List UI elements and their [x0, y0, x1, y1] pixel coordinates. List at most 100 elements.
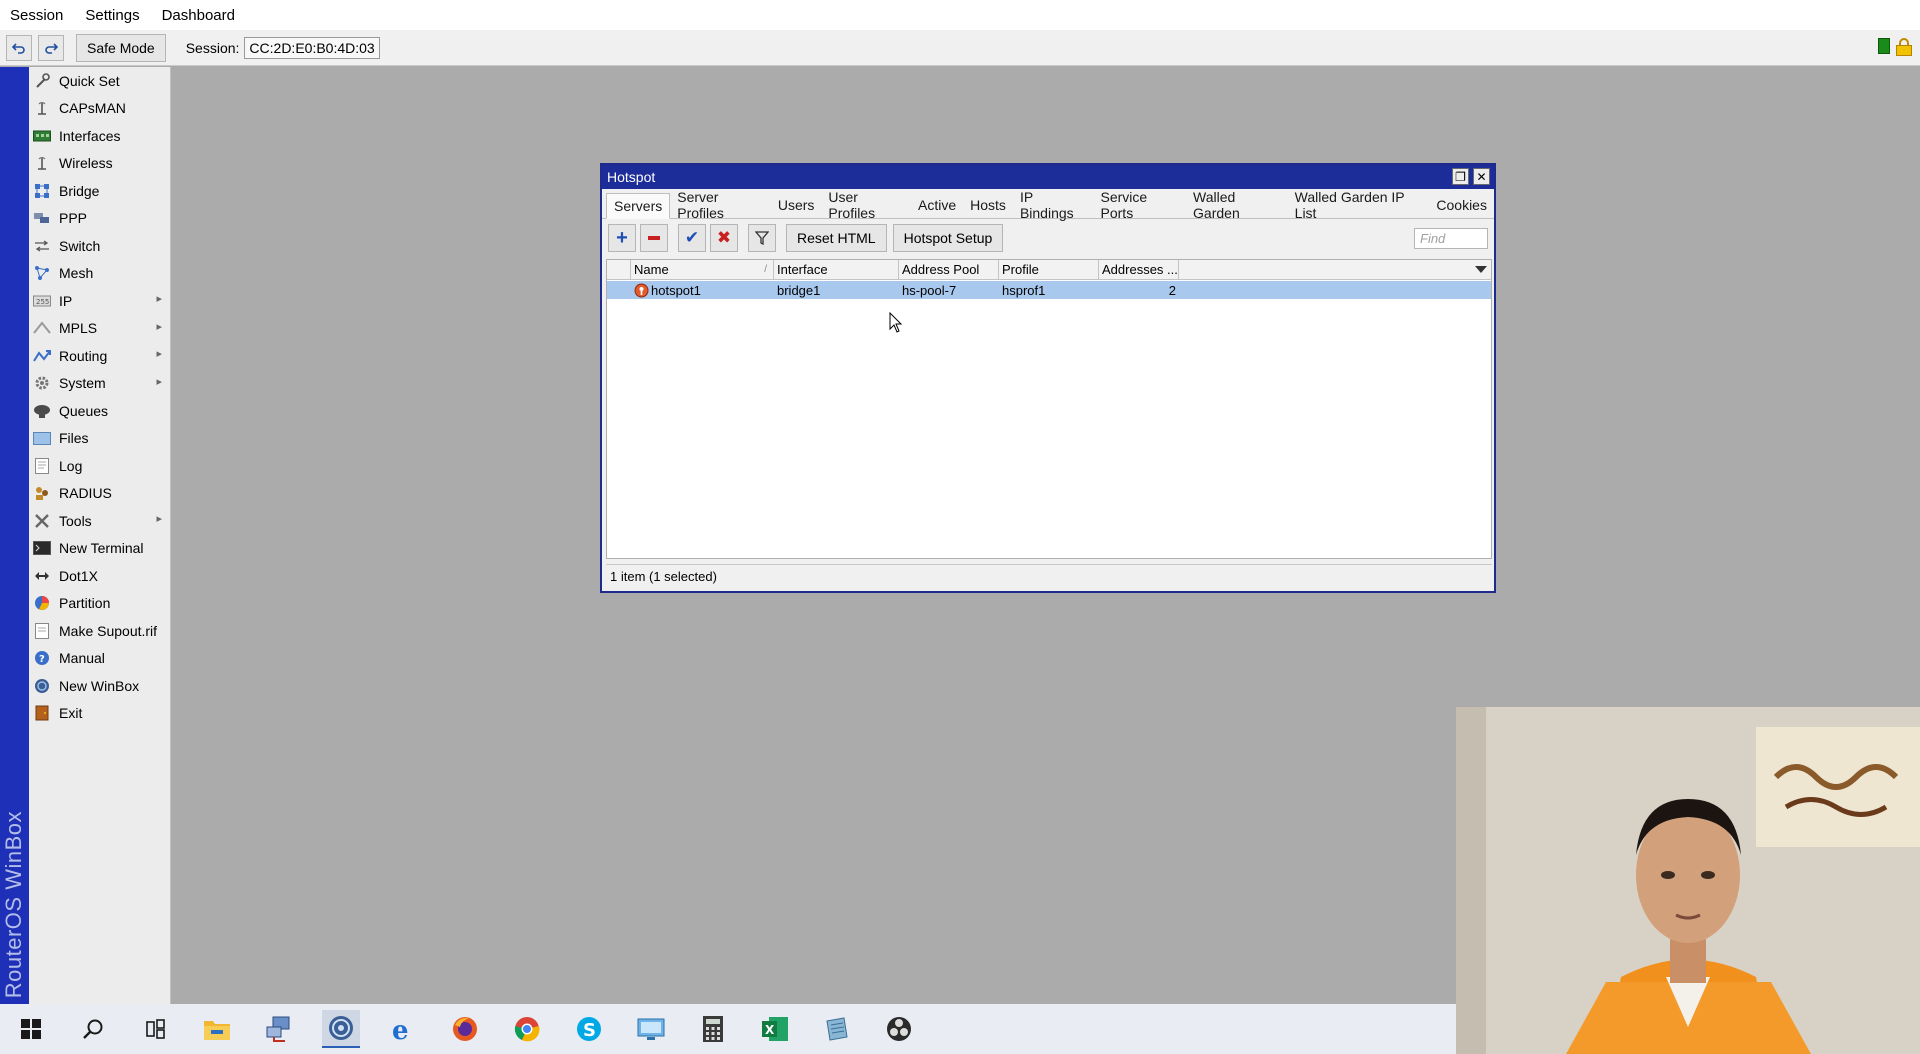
sidebar-item-capsman[interactable]: CAPsMAN: [29, 95, 170, 123]
sidebar-item-make-supout[interactable]: Make Supout.rif: [29, 617, 170, 645]
manual-icon: ?: [33, 650, 51, 666]
enable-button[interactable]: ✔: [678, 224, 706, 252]
sidebar-item-tools[interactable]: Tools ▸: [29, 507, 170, 535]
skype-button[interactable]: S: [570, 1010, 608, 1048]
sidebar-item-exit[interactable]: Exit: [29, 700, 170, 728]
maximize-button[interactable]: ❐: [1452, 168, 1469, 185]
column-header-interface[interactable]: Interface: [774, 260, 899, 279]
menu-settings[interactable]: Settings: [85, 7, 139, 24]
session-value: CC:2D:E0:B0:4D:03: [244, 36, 380, 59]
tab-active[interactable]: Active: [911, 192, 963, 218]
sidebar-item-label: CAPsMAN: [59, 100, 126, 117]
sidebar-item-ppp[interactable]: PPP: [29, 205, 170, 233]
menu-dashboard[interactable]: Dashboard: [162, 7, 235, 24]
menu-session[interactable]: Session: [10, 7, 63, 24]
excel-button[interactable]: X: [756, 1010, 794, 1048]
tab-hosts[interactable]: Hosts: [963, 192, 1013, 218]
sidebar-item-manual[interactable]: ? Manual: [29, 645, 170, 673]
table-row[interactable]: hotspot1 bridge1 hs-pool-7 hsprof1 2: [607, 281, 1491, 299]
sidebar-item-label: Manual: [59, 650, 105, 667]
sidebar-item-label: Dot1X: [59, 567, 98, 584]
tab-walled-garden-ip-list[interactable]: Walled Garden IP List: [1288, 189, 1430, 221]
task-view-button[interactable]: [136, 1010, 174, 1048]
tab-users[interactable]: Users: [771, 192, 822, 218]
disable-button[interactable]: ✖: [710, 224, 738, 252]
undo-button[interactable]: [6, 34, 32, 61]
close-button[interactable]: ✕: [1473, 168, 1490, 185]
find-input[interactable]: Find: [1414, 228, 1488, 249]
column-header-address-pool[interactable]: Address Pool: [899, 260, 999, 279]
notes-app-button[interactable]: [818, 1010, 856, 1048]
sidebar-item-mesh[interactable]: Mesh: [29, 260, 170, 288]
sidebar-item-new-terminal[interactable]: New Terminal: [29, 535, 170, 563]
sidebar-item-bridge[interactable]: Bridge: [29, 177, 170, 205]
safe-mode-button[interactable]: Safe Mode: [76, 33, 166, 62]
sidebar-item-mpls[interactable]: MPLS ▸: [29, 315, 170, 343]
network-app-button[interactable]: [260, 1010, 298, 1048]
obs-button[interactable]: [880, 1010, 918, 1048]
calculator-icon: [703, 1016, 723, 1042]
sidebar-item-label: Exit: [59, 705, 83, 722]
windows-start-icon: [21, 1019, 41, 1039]
tab-walled-garden[interactable]: Walled Garden: [1186, 189, 1288, 221]
dot1x-icon: [33, 568, 51, 584]
tab-ip-bindings[interactable]: IP Bindings: [1013, 189, 1094, 221]
cell-profile: hsprof1: [1002, 282, 1046, 298]
reset-html-button[interactable]: Reset HTML: [786, 224, 887, 252]
sidebar-item-radius[interactable]: RADIUS: [29, 480, 170, 508]
winbox-taskbar-button[interactable]: [322, 1010, 360, 1048]
exit-icon: [33, 705, 51, 721]
sidebar-item-switch[interactable]: Switch: [29, 232, 170, 260]
plus-icon: +: [616, 226, 628, 249]
radius-icon: [33, 485, 51, 501]
session-label: Session:: [185, 39, 240, 56]
column-header-name[interactable]: Name /: [631, 260, 774, 279]
file-explorer-button[interactable]: [198, 1010, 236, 1048]
tab-cookies[interactable]: Cookies: [1429, 192, 1494, 218]
status-bar: 1 item (1 selected): [606, 564, 1492, 588]
sidebar-item-queues[interactable]: Queues: [29, 397, 170, 425]
sidebar-item-ip[interactable]: 255 IP ▸: [29, 287, 170, 315]
remove-button[interactable]: [640, 224, 668, 252]
column-menu-icon[interactable]: [1475, 266, 1487, 273]
submenu-arrow-icon: ▸: [156, 293, 162, 305]
search-button[interactable]: [74, 1010, 112, 1048]
redo-button[interactable]: [38, 34, 64, 61]
hotspot-setup-button[interactable]: Hotspot Setup: [892, 224, 1004, 252]
sidebar-item-quick-set[interactable]: Quick Set: [29, 67, 170, 95]
flag-column-header[interactable]: [607, 260, 631, 279]
chrome-button[interactable]: [508, 1010, 546, 1048]
sidebar-item-dot1x[interactable]: Dot1X: [29, 562, 170, 590]
column-header-addresses[interactable]: Addresses ...: [1099, 260, 1179, 279]
calculator-button[interactable]: [694, 1010, 732, 1048]
sidebar-item-routing[interactable]: Routing ▸: [29, 342, 170, 370]
sidebar-item-new-winbox[interactable]: New WinBox: [29, 672, 170, 700]
sidebar-item-partition[interactable]: Partition: [29, 590, 170, 618]
tab-service-ports[interactable]: Service Ports: [1094, 189, 1187, 221]
tab-servers[interactable]: Servers: [606, 193, 671, 219]
sidebar-item-label: Routing: [59, 347, 108, 364]
sidebar-item-system[interactable]: System ▸: [29, 370, 170, 398]
sidebar-item-interfaces[interactable]: Interfaces: [29, 122, 170, 150]
tools-icon: [33, 513, 51, 529]
tab-server-profiles[interactable]: Server Profiles: [670, 189, 771, 221]
edge-button[interactable]: e: [384, 1010, 422, 1048]
lock-icon: [1896, 38, 1912, 56]
tab-user-profiles[interactable]: User Profiles: [821, 189, 911, 221]
svg-text:X: X: [765, 1023, 775, 1037]
window-title-bar[interactable]: Hotspot ❐ ✕: [602, 165, 1494, 189]
close-icon: ✕: [1476, 169, 1487, 184]
filter-button[interactable]: [748, 224, 776, 252]
sidebar-item-wireless[interactable]: Wireless: [29, 150, 170, 178]
remote-desktop-button[interactable]: [632, 1010, 670, 1048]
add-button[interactable]: +: [608, 224, 636, 252]
firefox-button[interactable]: [446, 1010, 484, 1048]
queues-icon: [33, 403, 51, 419]
start-button[interactable]: [12, 1010, 50, 1048]
column-header-profile[interactable]: Profile: [999, 260, 1099, 279]
sidebar-item-label: Log: [59, 457, 83, 474]
sidebar-item-log[interactable]: Log: [29, 452, 170, 480]
maximize-icon: ❐: [1455, 169, 1466, 184]
presenter-video: [1456, 707, 1920, 1054]
sidebar-item-files[interactable]: Files: [29, 425, 170, 453]
